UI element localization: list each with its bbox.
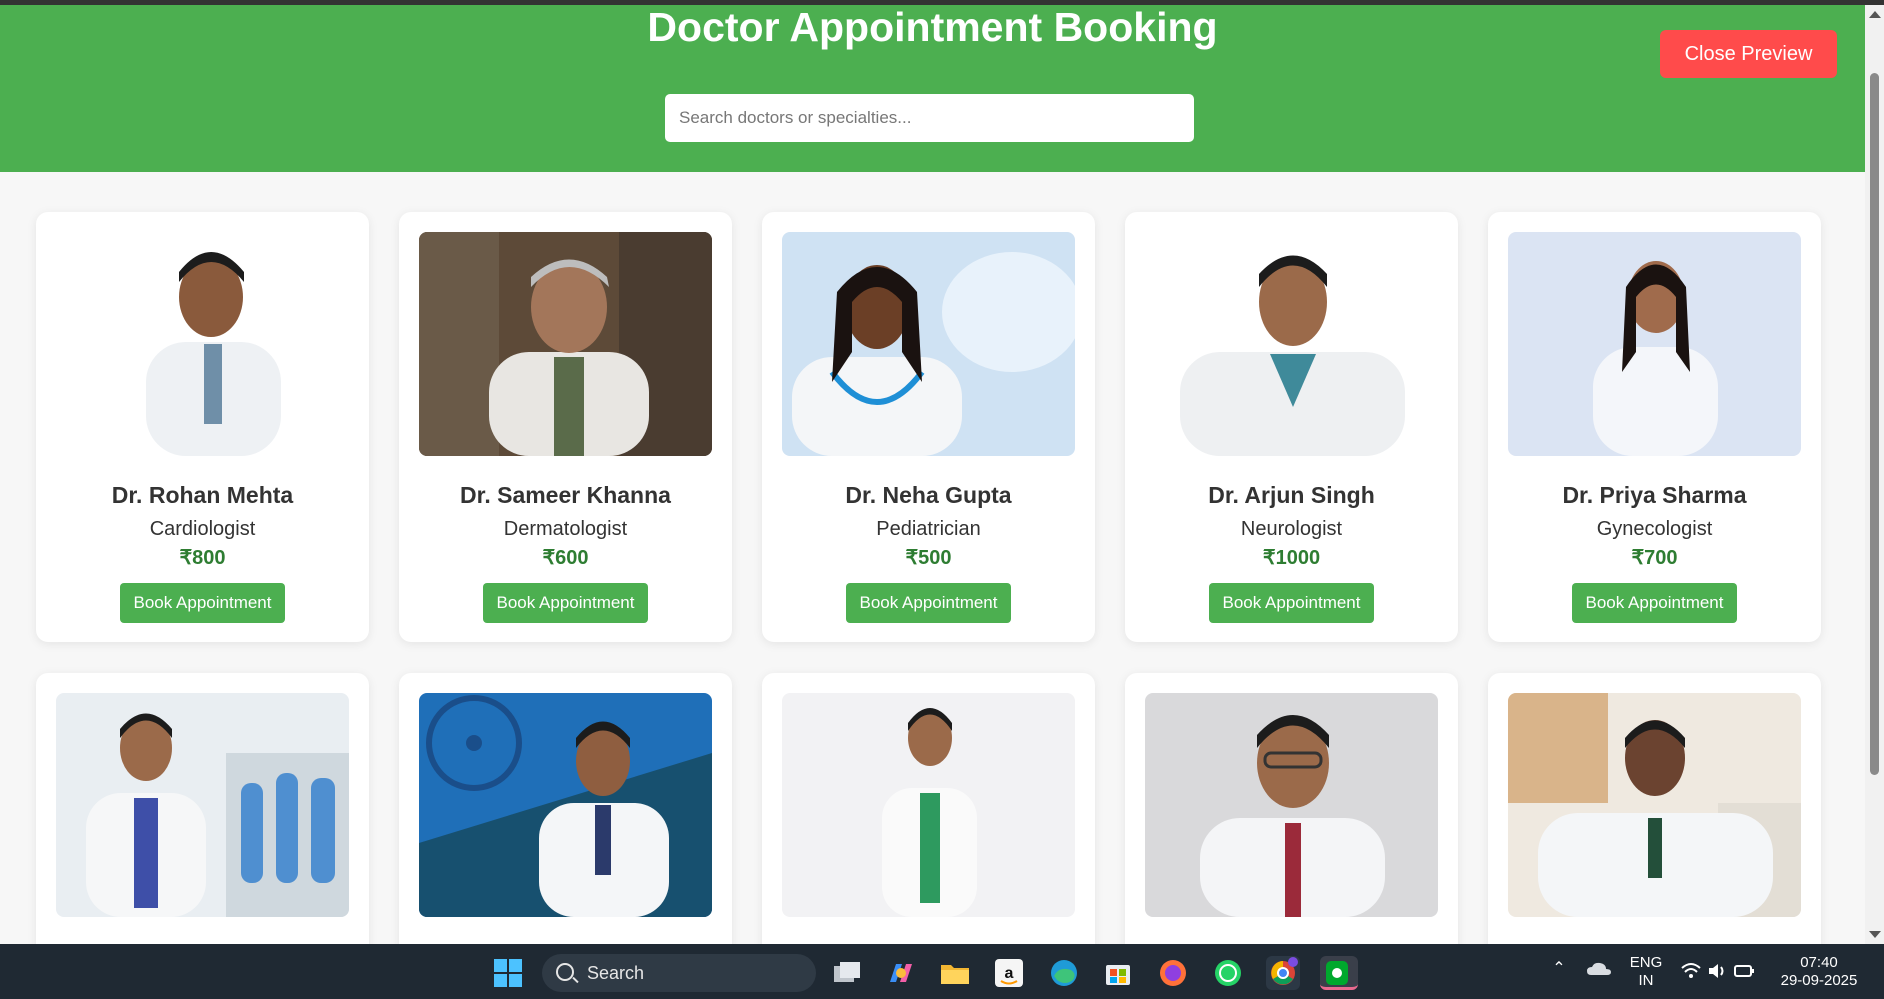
doctor-specialty: Dermatologist (503, 518, 628, 540)
doctor-specialty: Cardiologist (149, 518, 256, 540)
wifi-icon[interactable] (1680, 960, 1702, 982)
scroll-down-arrow-icon[interactable] (1869, 931, 1881, 938)
chrome-icon[interactable] (1266, 956, 1300, 990)
doctor-card (36, 673, 369, 944)
book-appointment-button[interactable]: Book Appointment (1209, 583, 1374, 623)
doctor-card: Dr. Arjun Singh Neurologist ₹1000 Book A… (1125, 212, 1458, 642)
doctor-name: Dr. Sameer Khanna (460, 482, 671, 508)
whatsapp-icon[interactable] (1211, 956, 1245, 990)
windows-start-icon[interactable] (491, 956, 525, 990)
doctor-card (1488, 673, 1821, 944)
book-appointment-button[interactable]: Book Appointment (846, 583, 1011, 623)
clock-date: 29-09-2025 (1780, 972, 1858, 989)
book-appointment-button[interactable]: Book Appointment (120, 583, 285, 623)
doctor-photo (56, 693, 349, 917)
doctor-specialty: Gynecologist (1596, 518, 1713, 540)
page-header: Doctor Appointment Booking Close Preview (0, 5, 1865, 172)
show-hidden-icons-chevron-icon[interactable]: ⌃ (1550, 960, 1568, 978)
doctor-card (762, 673, 1095, 944)
task-view-icon[interactable] (830, 956, 864, 990)
language-indicator[interactable]: ENG IN (1626, 954, 1666, 990)
taskbar-search[interactable]: Search (542, 954, 816, 992)
doctor-fee: ₹1000 (1262, 547, 1321, 569)
battery-icon[interactable] (1732, 960, 1756, 982)
book-appointment-button[interactable]: Book Appointment (1572, 583, 1737, 623)
scrollbar-thumb[interactable] (1870, 73, 1879, 775)
doctor-card: Dr. Sameer Khanna Dermatologist ₹600 Boo… (399, 212, 732, 642)
file-explorer-icon[interactable] (938, 956, 972, 990)
vertical-scrollbar[interactable] (1865, 5, 1884, 944)
doctor-card (1125, 673, 1458, 944)
doctor-fee: ₹600 (542, 547, 589, 569)
doctor-name: Dr. Priya Sharma (1562, 482, 1747, 508)
taskbar-search-label: Search (587, 963, 645, 983)
doctor-photo (1145, 693, 1438, 917)
doctor-photo (419, 232, 712, 456)
doctor-specialty: Neurologist (1240, 518, 1343, 540)
book-appointment-button[interactable]: Book Appointment (483, 583, 648, 623)
doctor-photo (1145, 232, 1438, 456)
amazon-icon[interactable]: a (992, 956, 1026, 990)
doctor-photo (1508, 232, 1801, 456)
edge-icon[interactable] (1047, 956, 1081, 990)
doctor-photo (56, 232, 349, 456)
volume-icon[interactable] (1706, 960, 1728, 982)
store-icon[interactable] (1101, 956, 1135, 990)
clock-time: 07:40 (1800, 954, 1838, 971)
search-icon (556, 963, 574, 981)
doctor-fee: ₹700 (1631, 547, 1678, 569)
doctor-card: Dr. Rohan Mehta Cardiologist ₹800 Book A… (36, 212, 369, 642)
doctor-specialty: Pediatrician (876, 518, 981, 540)
region-code: IN (1638, 972, 1654, 989)
evernote-icon[interactable] (1320, 956, 1358, 990)
doctor-name: Dr. Rohan Mehta (111, 482, 294, 508)
doctor-photo (1508, 693, 1801, 917)
firefox-icon[interactable] (1156, 956, 1190, 990)
os-taskbar: Search a ⌃ ENG IN 07:40 29-09-2025 (0, 944, 1884, 999)
doctor-fee: ₹800 (179, 547, 226, 569)
doctor-card: Dr. Priya Sharma Gynecologist ₹700 Book … (1488, 212, 1821, 642)
copilot-icon[interactable] (884, 956, 918, 990)
doctor-photo (782, 232, 1075, 456)
doctor-fee: ₹500 (905, 547, 952, 569)
clock[interactable]: 07:40 29-09-2025 (1774, 954, 1864, 990)
language-code: ENG (1629, 954, 1663, 971)
doctor-name: Dr. Arjun Singh (1208, 482, 1375, 508)
page-title: Doctor Appointment Booking (647, 4, 1218, 50)
search-input[interactable] (665, 94, 1194, 142)
doctor-grid: Dr. Rohan Mehta Cardiologist ₹800 Book A… (0, 172, 1865, 944)
svg-text:a: a (1005, 965, 1014, 982)
doctor-photo (419, 693, 712, 917)
doctor-card (399, 673, 732, 944)
doctor-card: Dr. Neha Gupta Pediatrician ₹500 Book Ap… (762, 212, 1095, 642)
doctor-name: Dr. Neha Gupta (845, 482, 1012, 508)
close-preview-button[interactable]: Close Preview (1660, 30, 1837, 78)
onedrive-cloud-icon[interactable] (1585, 959, 1613, 979)
scroll-up-arrow-icon[interactable] (1869, 11, 1881, 18)
doctor-photo (782, 693, 1075, 917)
